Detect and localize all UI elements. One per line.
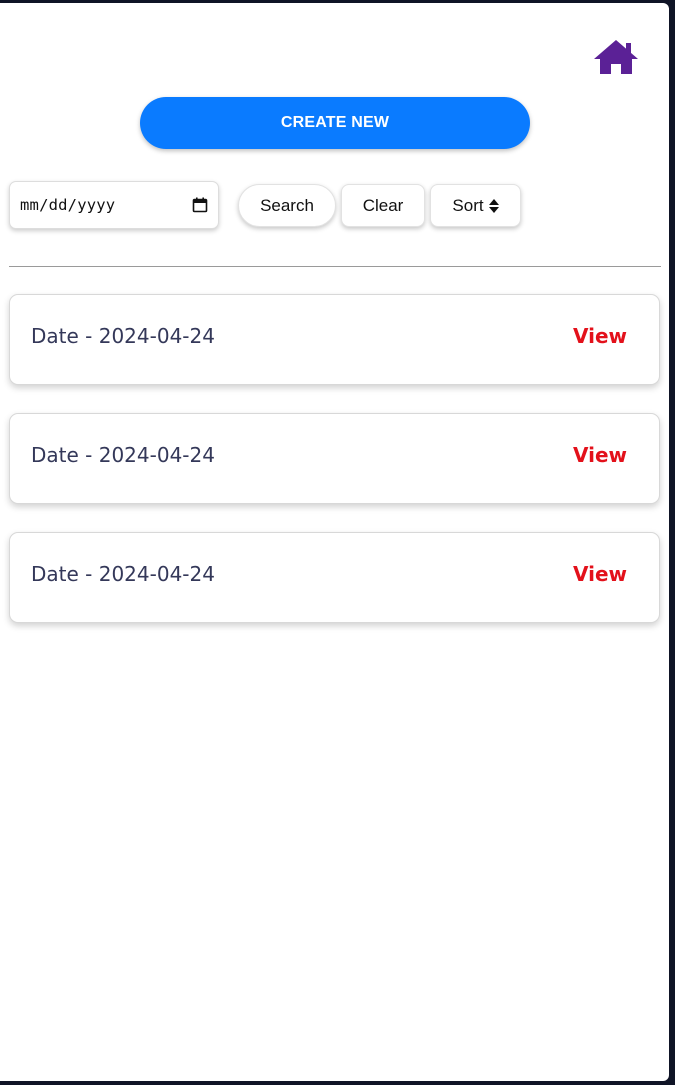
view-link[interactable]: View [573,324,627,348]
record-card: Date - 2024-04-24 View [9,294,660,385]
sort-button-label: Sort [452,195,484,215]
record-card: Date - 2024-04-24 View [9,532,660,623]
home-icon [594,40,638,74]
divider [9,266,661,267]
home-button[interactable] [592,38,640,78]
date-filter-input[interactable]: mm/dd/yyyy [9,181,219,229]
search-button-label: Search [260,195,314,215]
search-button[interactable]: Search [238,184,336,227]
create-new-button[interactable]: CREATE NEW [140,97,530,149]
record-date-label: Date - 2024-04-24 [31,443,215,467]
page-container: CREATE NEW mm/dd/yyyy Search Clear Sort … [0,3,669,1081]
sort-icon [488,198,499,213]
date-placeholder: mm/dd/yyyy [20,196,116,214]
calendar-icon[interactable] [192,197,208,213]
record-card: Date - 2024-04-24 View [9,413,660,504]
record-date-label: Date - 2024-04-24 [31,562,215,586]
view-link[interactable]: View [573,562,627,586]
record-date-label: Date - 2024-04-24 [31,324,215,348]
clear-button[interactable]: Clear [341,184,425,227]
view-link[interactable]: View [573,443,627,467]
sort-button[interactable]: Sort [430,184,521,227]
clear-button-label: Clear [362,195,404,215]
